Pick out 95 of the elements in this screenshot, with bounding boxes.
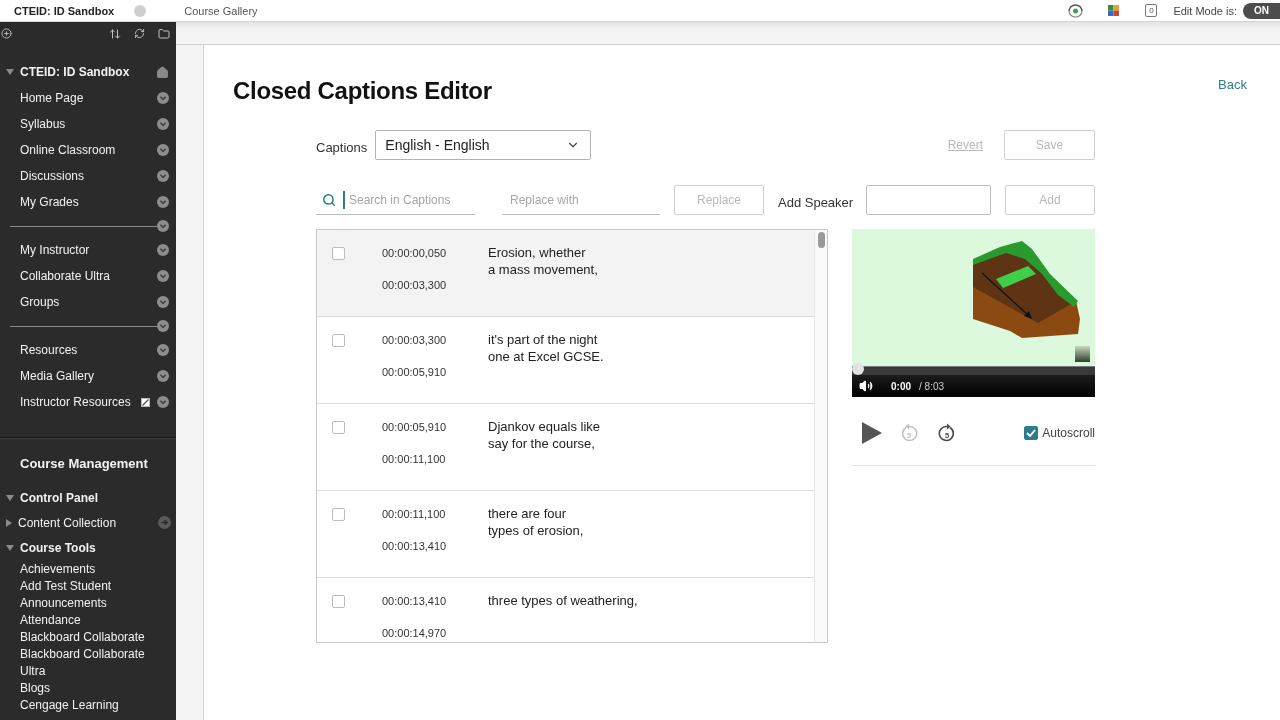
- search-icon: [322, 192, 336, 207]
- scrollbar-thumb[interactable]: [817, 232, 825, 248]
- caption-text[interactable]: there are four types of erosion,: [488, 505, 584, 539]
- chevron-circle-icon[interactable]: [157, 396, 169, 408]
- caret-down-icon[interactable]: [6, 544, 14, 551]
- caret-right-icon[interactable]: [6, 518, 12, 527]
- caption-text[interactable]: three types of weathering,: [488, 592, 638, 609]
- caption-text[interactable]: Erosion, whether a mass movement,: [488, 244, 598, 278]
- end-time[interactable]: 00:00:13,410: [382, 539, 447, 553]
- caret-down-icon[interactable]: [6, 494, 14, 501]
- play-icon[interactable]: [862, 422, 882, 444]
- progress-track[interactable]: [852, 366, 1095, 375]
- autoscroll-checkbox[interactable]: [1024, 426, 1039, 440]
- chevron-circle-icon[interactable]: [157, 320, 169, 332]
- circular-arrows-icon[interactable]: [1067, 3, 1085, 18]
- search-field[interactable]: Search in Captions: [316, 185, 475, 215]
- menu-link[interactable]: Blackboard Collaborate: [20, 629, 145, 646]
- menu-link[interactable]: Content Collection: [18, 515, 117, 530]
- chevron-circle-icon[interactable]: [157, 196, 169, 208]
- notification-count[interactable]: 0: [1145, 4, 1158, 17]
- menu-link[interactable]: Blackboard Collaborate Ultra: [20, 646, 156, 680]
- row-checkbox[interactable]: [332, 247, 345, 260]
- menu-link[interactable]: Instructor Resources: [20, 395, 131, 409]
- start-time[interactable]: 00:00:03,300: [382, 333, 447, 347]
- duration: / 8:03: [919, 380, 945, 392]
- chevron-circle-icon[interactable]: [157, 296, 169, 308]
- sort-icon[interactable]: [109, 27, 121, 40]
- menu-link[interactable]: Cengage Learning: [20, 697, 119, 714]
- menu-link[interactable]: Home Page: [20, 91, 84, 105]
- chevron-circle-icon[interactable]: [157, 92, 169, 104]
- replace-field[interactable]: Replace with: [502, 185, 660, 215]
- captions-label: Captions: [316, 138, 368, 155]
- chevron-circle-icon[interactable]: [157, 220, 169, 232]
- menu-link[interactable]: Add Test Student: [20, 578, 112, 595]
- menu-link[interactable]: Blogs: [20, 680, 51, 697]
- end-time[interactable]: 00:00:14,970: [382, 626, 447, 640]
- menu-link[interactable]: Course Tools: [20, 540, 96, 555]
- autoscroll-label[interactable]: Autoscroll: [1042, 426, 1095, 440]
- row-checkbox[interactable]: [332, 595, 345, 608]
- end-time[interactable]: 00:00:03,300: [382, 278, 447, 292]
- menu-link[interactable]: My Grades: [20, 195, 79, 209]
- home-icon[interactable]: [156, 65, 169, 79]
- row-checkbox[interactable]: [332, 421, 345, 434]
- start-time[interactable]: 00:00:13,410: [382, 594, 447, 608]
- colorful-tile-icon[interactable]: [1108, 5, 1120, 16]
- caption-text[interactable]: Djankov equals like say for the course,: [488, 418, 600, 452]
- thumbnail-placeholder: [1075, 346, 1090, 362]
- start-time[interactable]: 00:00:11,100: [382, 507, 446, 521]
- back-link[interactable]: Back: [1218, 77, 1247, 93]
- menu-link[interactable]: My Instructor: [20, 243, 90, 257]
- folder-icon[interactable]: [158, 27, 170, 40]
- volume-icon[interactable]: [859, 379, 873, 393]
- chevron-circle-icon[interactable]: [157, 270, 169, 282]
- chevron-circle-icon[interactable]: [157, 370, 169, 382]
- edit-mode-label: Edit Mode is:: [1173, 4, 1237, 17]
- breadcrumb[interactable]: Course Gallery: [184, 4, 258, 17]
- menu-link[interactable]: Control Panel: [20, 490, 98, 505]
- chevron-circle-icon[interactable]: [157, 244, 169, 256]
- menu-link[interactable]: Collaborate Ultra: [20, 269, 111, 283]
- menu-link[interactable]: Resources: [20, 343, 78, 357]
- start-time[interactable]: 00:00:00,050: [382, 246, 447, 260]
- menu-link[interactable]: Announcements: [20, 595, 107, 612]
- edit-mode-toggle[interactable]: ON: [1243, 2, 1280, 19]
- row-checkbox[interactable]: [332, 508, 345, 521]
- check-icon: [1026, 429, 1037, 437]
- menu-link[interactable]: Online Classroom: [20, 143, 116, 157]
- section-heading: Course Management: [20, 455, 148, 473]
- refresh-icon[interactable]: [134, 28, 145, 39]
- course-title[interactable]: CTEID: ID Sandbox: [14, 4, 115, 17]
- menu-link[interactable]: Media Gallery: [20, 369, 95, 383]
- chevron-circle-icon[interactable]: [157, 118, 169, 130]
- menu-link[interactable]: Groups: [20, 295, 60, 309]
- language-select[interactable]: English - English: [375, 130, 592, 160]
- menu-link[interactable]: Syllabus: [20, 117, 66, 131]
- menu-link[interactable]: Attendance: [20, 612, 81, 629]
- row-checkbox[interactable]: [332, 334, 345, 347]
- chevron-circle-icon[interactable]: [157, 170, 169, 182]
- start-time[interactable]: 00:00:05,910: [382, 420, 447, 434]
- scrollbar-track[interactable]: [814, 230, 827, 642]
- menu-link[interactable]: Achievements: [20, 561, 96, 578]
- end-time[interactable]: 00:00:11,100: [382, 452, 446, 466]
- chevron-circle-icon[interactable]: [157, 144, 169, 156]
- course-name[interactable]: CTEID: ID Sandbox: [20, 65, 130, 79]
- speaker-field[interactable]: [866, 185, 991, 215]
- caption-text[interactable]: it's part of the night one at Excel GCSE.: [488, 331, 604, 365]
- page-title: Closed Captions Editor: [233, 76, 492, 106]
- end-time[interactable]: 00:00:05,910: [382, 365, 447, 379]
- speaker-label: Add Speaker: [778, 193, 854, 210]
- menu-link[interactable]: Discussions: [20, 169, 85, 183]
- caret-down-icon[interactable]: [6, 69, 14, 75]
- add-icon[interactable]: [1, 28, 12, 39]
- caption-row[interactable]: 00:00:00,050 00:00:03,300 Erosion, whether a mass movement,: [317, 230, 814, 317]
- video-player[interactable]: 0:00 / 8:03: [852, 229, 1095, 397]
- chevron-circle-icon[interactable]: [157, 344, 169, 356]
- current-time: 0:00: [891, 380, 911, 392]
